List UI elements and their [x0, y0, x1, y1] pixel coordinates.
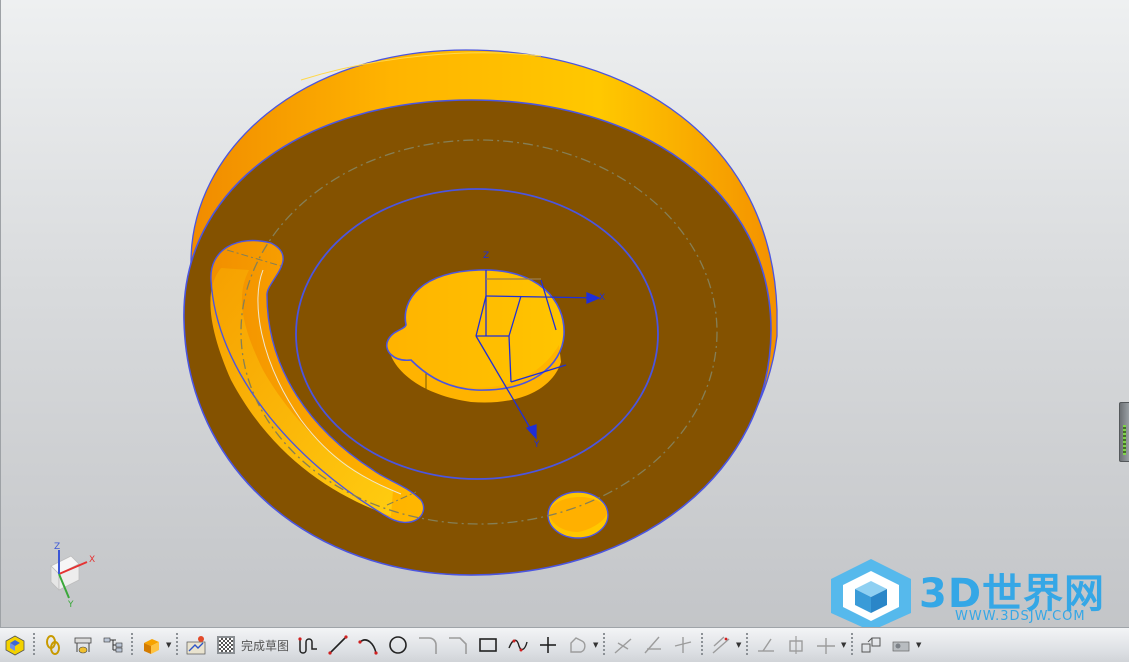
offset-dropdown[interactable]: ▼ [736, 632, 743, 658]
quick-trim-icon [614, 638, 632, 654]
view-cube-button[interactable] [2, 632, 28, 658]
profile-icon [298, 637, 318, 654]
offset-curve-button[interactable] [708, 632, 734, 658]
watermark-url: WWW.3DSJW.COM [955, 609, 1086, 624]
studio-spline-icon [508, 639, 528, 652]
make-corner-button[interactable] [670, 632, 696, 658]
sketch-task-button[interactable] [183, 632, 209, 658]
pattern-icon [817, 638, 836, 654]
fillet-icon [419, 637, 437, 654]
assembly-navigator-icon [103, 637, 123, 653]
finish-sketch-button[interactable] [213, 632, 239, 658]
resource-bar-handle[interactable] [1119, 402, 1129, 462]
more-tools-icon [861, 637, 881, 653]
extra-tool-button[interactable] [888, 632, 914, 658]
arc-button[interactable] [355, 632, 381, 658]
part-dropdown[interactable]: ▼ [166, 632, 173, 658]
toolbar-separator [701, 633, 704, 657]
toolbar-separator [131, 633, 133, 657]
studio-spline-button[interactable] [505, 632, 531, 658]
sketch-toolbar: ▼ 完成草图 ▼ ▼ ▼ ▼ [0, 627, 1129, 662]
line-button[interactable] [325, 632, 351, 658]
view-triad: X Z Y [50, 542, 95, 610]
more-tools-button[interactable] [858, 632, 884, 658]
toolbar-separator [746, 633, 749, 657]
line-icon [328, 635, 348, 655]
chain-link-button[interactable] [40, 632, 66, 658]
quick-extend-button[interactable] [640, 632, 666, 658]
arc-icon [358, 639, 378, 655]
assembly-navigator-button[interactable] [100, 632, 126, 658]
finish-sketch-label[interactable]: 完成草图 [241, 637, 289, 654]
site-watermark: 3D世界网 WWW.3DSJW.COM [827, 557, 1127, 627]
toolbar-separator [176, 633, 178, 657]
point-button[interactable] [535, 632, 561, 658]
dimension-button[interactable] [783, 632, 809, 658]
make-corner-icon [674, 637, 692, 653]
circle-button[interactable] [385, 632, 411, 658]
cube-logo-icon [831, 559, 911, 627]
view-cube-icon [5, 635, 25, 656]
toolbar-separator [603, 633, 606, 657]
pattern-button[interactable] [813, 632, 839, 658]
finish-sketch-flag-icon [217, 636, 235, 654]
quick-extend-icon [644, 636, 662, 654]
rectangle-button[interactable] [475, 632, 501, 658]
measure-button[interactable] [70, 632, 96, 658]
polygon-button[interactable] [565, 632, 591, 658]
chain-link-icon [46, 635, 60, 655]
svg-text:Z: Z [483, 251, 489, 261]
constraints-button[interactable] [753, 632, 779, 658]
dimension-icon [789, 636, 803, 654]
svg-text:X: X [89, 555, 95, 565]
measure-tape-icon [74, 637, 92, 654]
svg-text:Y: Y [67, 600, 74, 610]
sketch-task-icon [186, 636, 206, 655]
constraint-dropdown[interactable]: ▼ [841, 632, 848, 658]
svg-text:Z: Z [54, 542, 60, 552]
chamfer-icon [449, 637, 467, 654]
chamfer-button[interactable] [445, 632, 471, 658]
rectangle-icon [479, 638, 497, 652]
profile-button[interactable] [295, 632, 321, 658]
offset-curve-icon [712, 636, 730, 654]
toolbar-separator [851, 633, 854, 657]
toolbar-separator [33, 633, 35, 657]
extra-dropdown[interactable]: ▼ [916, 632, 923, 658]
part-box-icon [144, 639, 159, 654]
graphics-window[interactable]: Z X Y X Z Y 3D世界网 WWW.3DSJW.COM [0, 0, 1129, 627]
polygon-icon [570, 637, 586, 653]
circle-icon [389, 636, 407, 654]
svg-text:X: X [599, 293, 605, 303]
curve-dropdown[interactable]: ▼ [593, 632, 600, 658]
point-icon [540, 637, 557, 653]
fillet-button[interactable] [415, 632, 441, 658]
gear-icon [892, 641, 910, 652]
part-button[interactable] [138, 632, 164, 658]
part-model[interactable]: Z X Y [1, 0, 1129, 627]
constraints-icon [758, 638, 775, 652]
quick-trim-button[interactable] [610, 632, 636, 658]
svg-text:Y: Y [533, 440, 540, 450]
